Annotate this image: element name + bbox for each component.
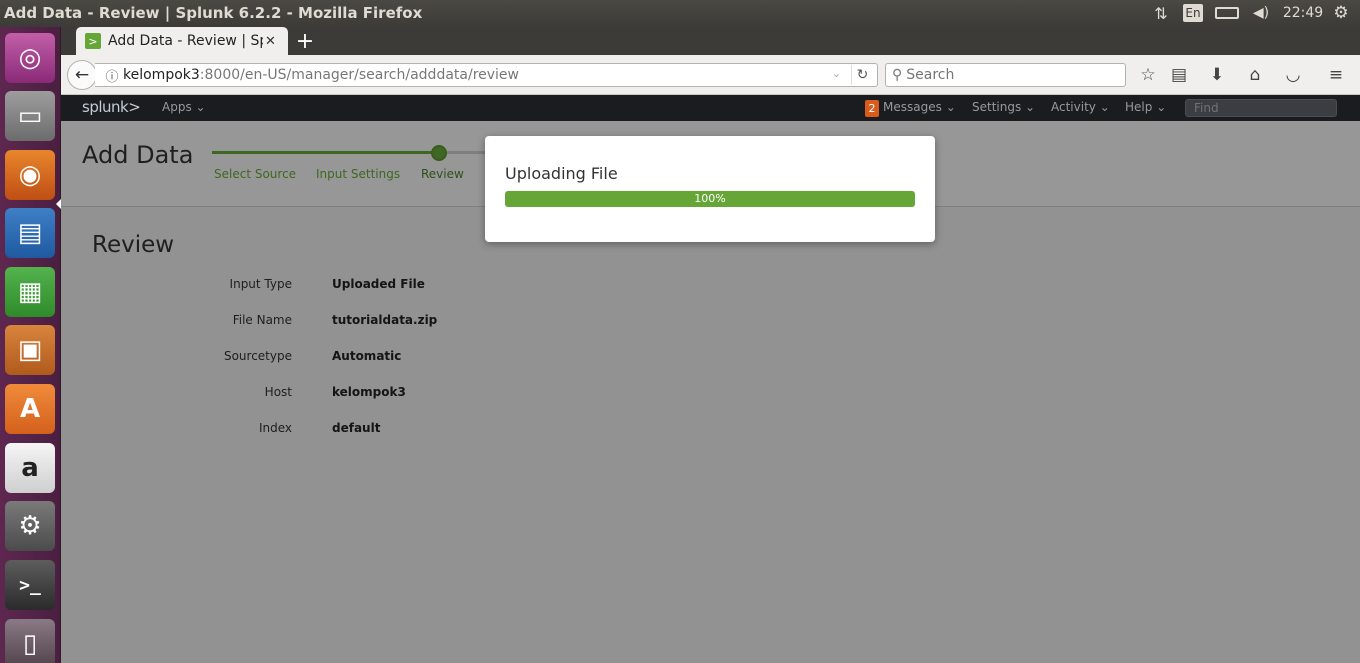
amazon-icon[interactable]: a: [5, 443, 55, 493]
libreoffice-writer-icon[interactable]: ▤: [5, 208, 55, 258]
terminal-icon[interactable]: >_: [5, 560, 55, 610]
splunk-logo[interactable]: splunk>: [82, 98, 141, 116]
network-icon[interactable]: ⇅: [1150, 3, 1172, 23]
system-settings-icon[interactable]: ⚙: [5, 501, 55, 551]
downloads-icon[interactable]: ⬇: [1205, 64, 1229, 86]
software-center-icon[interactable]: A: [5, 384, 55, 434]
tab-splunk-review[interactable]: > Add Data - Review | Splunk ✕: [76, 27, 288, 55]
libreoffice-calc-icon[interactable]: ▦: [5, 267, 55, 317]
pocket-icon[interactable]: ◡: [1281, 64, 1305, 86]
upload-modal: Uploading File 100%: [485, 136, 935, 242]
help-label: Help: [1125, 100, 1153, 114]
messages-count-badge[interactable]: 2: [865, 100, 879, 117]
url-text[interactable]: kelompok3:8000/en-US/manager/search/addd…: [123, 67, 519, 83]
apps-menu[interactable]: Apps ⌄: [162, 100, 206, 114]
libreoffice-impress-icon[interactable]: ▣: [5, 325, 55, 375]
chevron-down-icon: ⌄: [1156, 100, 1167, 114]
find-input[interactable]: Find: [1185, 99, 1337, 117]
tab-title: Add Data - Review | Splunk: [108, 33, 263, 49]
close-tab-icon[interactable]: ✕: [265, 34, 276, 49]
reading-list-icon[interactable]: ▤: [1167, 64, 1191, 86]
home-icon[interactable]: ⌂: [1243, 64, 1267, 86]
bookmark-star-icon[interactable]: ☆: [1136, 64, 1160, 86]
files-icon[interactable]: ▭: [5, 91, 55, 141]
upload-progress-bar: 100%: [505, 191, 915, 207]
firefox-icon[interactable]: ◉: [5, 150, 55, 200]
messages-label: Messages: [883, 100, 942, 114]
url-history-dropdown-icon[interactable]: ⌄: [832, 67, 841, 80]
tab-strip: > Add Data - Review | Splunk ✕ +: [61, 27, 1360, 55]
url-bar[interactable]: ⓘ kelompok3:8000/en-US/manager/search/ad…: [95, 63, 878, 87]
ubuntu-dash-icon[interactable]: ◎: [5, 33, 55, 83]
search-bar[interactable]: ⚲: [885, 63, 1126, 87]
activity-menu[interactable]: Activity ⌄: [1051, 100, 1110, 114]
url-path: :8000/en-US/manager/search/adddata/revie…: [199, 67, 519, 83]
trash-icon[interactable]: ▯: [5, 619, 55, 663]
url-host: kelompok3: [123, 67, 200, 83]
new-tab-button[interactable]: +: [293, 29, 317, 54]
window-title: Add Data - Review | Splunk 6.2.2 - Mozil…: [4, 4, 423, 22]
menu-icon[interactable]: ≡: [1324, 64, 1348, 86]
battery-icon[interactable]: [1214, 3, 1240, 23]
back-button[interactable]: ←: [67, 60, 97, 90]
volume-icon[interactable]: ◀): [1250, 3, 1272, 23]
chevron-down-icon: ⌄: [195, 100, 206, 114]
messages-menu[interactable]: Messages ⌄: [883, 100, 956, 114]
help-menu[interactable]: Help ⌄: [1125, 100, 1166, 114]
session-gear-icon[interactable]: ⚙: [1330, 3, 1352, 23]
upload-progress-text: 100%: [694, 192, 726, 205]
splunk-app-bar: splunk> Apps ⌄ 2 Messages ⌄ Settings ⌄ A…: [61, 95, 1360, 121]
chevron-down-icon: ⌄: [1025, 100, 1036, 114]
navigation-toolbar: ← ⓘ kelompok3:8000/en-US/manager/search/…: [61, 55, 1360, 95]
search-icon: ⚲: [892, 67, 903, 83]
settings-menu[interactable]: Settings ⌄: [972, 100, 1035, 114]
splunk-favicon-icon: >: [85, 33, 101, 49]
top-panel: Add Data - Review | Splunk 6.2.2 - Mozil…: [0, 0, 1360, 27]
clock[interactable]: 22:49: [1283, 3, 1323, 23]
site-info-icon[interactable]: ⓘ: [101, 66, 123, 85]
modal-title: Uploading File: [505, 164, 618, 183]
chevron-down-icon: ⌄: [945, 100, 956, 114]
settings-label: Settings: [972, 100, 1022, 114]
launcher: ◎ ▭ ◉ ▤ ▦ ▣ A a ⚙ >_ ▯: [0, 27, 61, 663]
search-input[interactable]: [906, 67, 1107, 83]
reload-icon[interactable]: ↻: [851, 65, 873, 85]
apps-label: Apps: [162, 100, 192, 114]
keyboard-layout-icon[interactable]: En: [1183, 4, 1203, 22]
chevron-down-icon: ⌄: [1099, 100, 1110, 114]
activity-label: Activity: [1051, 100, 1096, 114]
